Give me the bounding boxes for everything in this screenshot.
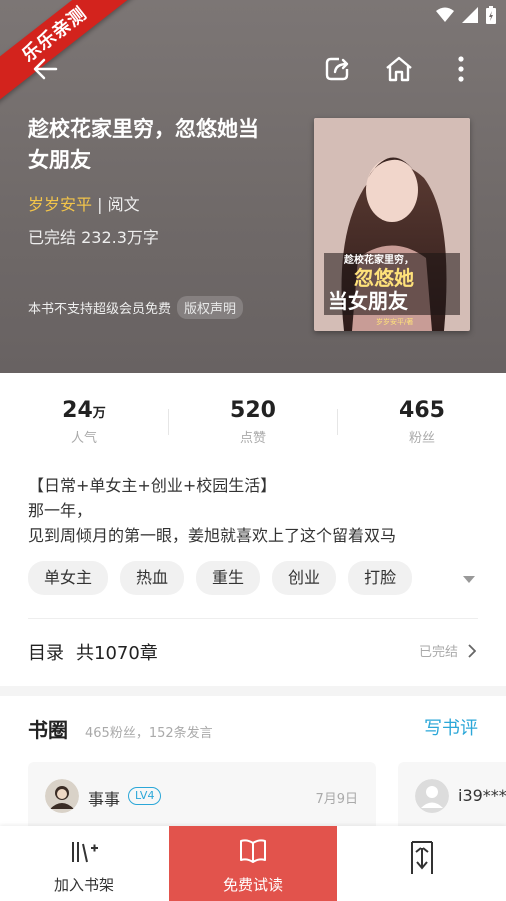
book-header: 乐乐亲测 趁校花家里穷，忽悠她当女朋友 岁岁安平 | 阅文 已完结 232.3万…	[0, 0, 506, 373]
add-to-shelf-button[interactable]: 加入书架	[0, 826, 168, 901]
signal-icon	[462, 7, 478, 23]
cover-author-tag: 岁岁安平/著	[376, 317, 413, 326]
tag-chip[interactable]: 重生	[196, 561, 261, 595]
stat-likes[interactable]: 520 点赞	[203, 398, 303, 446]
book-description[interactable]: 【日常+单女主+创业+校园生活】 那一年， 见到周倾月的第一眼，姜旭就喜欢上了这…	[28, 473, 478, 548]
wifi-icon	[436, 7, 454, 22]
open-book-icon	[240, 839, 266, 863]
review-card[interactable]: i39****	[398, 762, 506, 832]
notice-text: 本书不支持超级会员免费	[28, 302, 172, 317]
membership-notice: 本书不支持超级会员免费 版权声明	[28, 296, 244, 319]
book-status: 已完结 232.3万字	[28, 228, 159, 247]
status-bar	[436, 6, 496, 24]
cover-subtitle: 趁校花家里穷，	[343, 253, 414, 266]
tag-chip[interactable]: 创业	[272, 561, 337, 595]
back-arrow-icon[interactable]	[28, 52, 62, 86]
author-line: 岁岁安平 | 阅文	[28, 191, 140, 215]
stat-fans[interactable]: 465 粉丝	[372, 398, 472, 446]
add-to-shelf-label: 加入书架	[53, 876, 114, 894]
stat-unit: 万	[92, 406, 106, 421]
circle-title: 书圈	[28, 718, 68, 742]
table-of-contents-row[interactable]: 目录 共1070章	[28, 639, 158, 665]
book-cover[interactable]: 趁校花家里穷， 忽悠她 当女朋友 岁岁安平/著	[314, 118, 470, 331]
username: i39****	[458, 786, 506, 805]
divider	[168, 409, 169, 435]
tag-chip[interactable]: 打脸	[348, 561, 413, 595]
circle-subtitle: 465粉丝，152条发言	[85, 726, 213, 741]
avatar[interactable]	[415, 779, 449, 813]
toc-status[interactable]: 已完结	[419, 641, 476, 660]
download-button[interactable]	[338, 826, 506, 901]
write-review-button[interactable]: 写书评	[424, 714, 478, 740]
completion-status: 已完结	[418, 645, 458, 660]
tag-chip[interactable]: 单女主	[28, 561, 109, 595]
copyright-button[interactable]: 版权声明	[177, 296, 244, 319]
chapter-count: 共1070章	[76, 643, 158, 664]
chevron-right-icon	[468, 643, 476, 658]
stat-label: 人气	[70, 431, 97, 446]
description-line: 那一年，	[28, 501, 93, 520]
more-menu-icon[interactable]	[444, 52, 478, 86]
publisher-label: | 阅文	[97, 195, 140, 214]
stat-value: 520	[230, 398, 276, 423]
free-read-button[interactable]: 免费试读	[169, 826, 337, 901]
cover-title-line1: 忽悠她	[354, 266, 414, 290]
expand-tags-icon[interactable]	[463, 576, 475, 583]
description-line: 【日常+单女主+创业+校园生活】	[28, 476, 277, 495]
stat-label: 粉丝	[408, 431, 435, 446]
share-icon[interactable]	[320, 52, 354, 86]
download-icon	[411, 841, 433, 874]
bookshelf-add-icon	[72, 842, 98, 863]
avatar[interactable]	[45, 779, 79, 813]
bottom-action-bar: 加入书架 免费试读	[0, 826, 506, 901]
stat-value: 465	[399, 398, 445, 423]
home-icon[interactable]	[382, 52, 416, 86]
book-title: 趁校花家里穷，忽悠她当女朋友	[28, 117, 259, 172]
free-read-label: 免费试读	[222, 876, 283, 894]
review-card[interactable]: 事事 LV4 7月9日	[28, 762, 376, 832]
tag-list: 单女主 热血 重生 创业 打脸	[28, 561, 413, 595]
divider	[28, 618, 478, 619]
level-badge: LV4	[128, 787, 162, 805]
toc-label: 目录	[28, 643, 64, 664]
author-link[interactable]: 岁岁安平	[28, 195, 92, 214]
tag-chip[interactable]: 热血	[120, 561, 185, 595]
stat-label: 点赞	[239, 431, 266, 446]
divider	[337, 409, 338, 435]
username: 事事	[88, 790, 121, 809]
review-date: 7月9日	[315, 792, 358, 807]
battery-icon	[486, 6, 496, 24]
watermark-ribbon: 乐乐亲测	[0, 0, 141, 107]
cover-title-line2: 当女朋友	[328, 289, 408, 313]
description-line: 见到周倾月的第一眼，姜旭就喜欢上了这个留着双马	[28, 526, 397, 545]
stat-popularity: 24万 人气	[34, 398, 134, 446]
book-detail-panel: 24万 人气 520 点赞 465 粉丝 【日常+单女主+创业+校园生活】 那一…	[0, 373, 506, 686]
stat-value: 24	[62, 398, 93, 423]
